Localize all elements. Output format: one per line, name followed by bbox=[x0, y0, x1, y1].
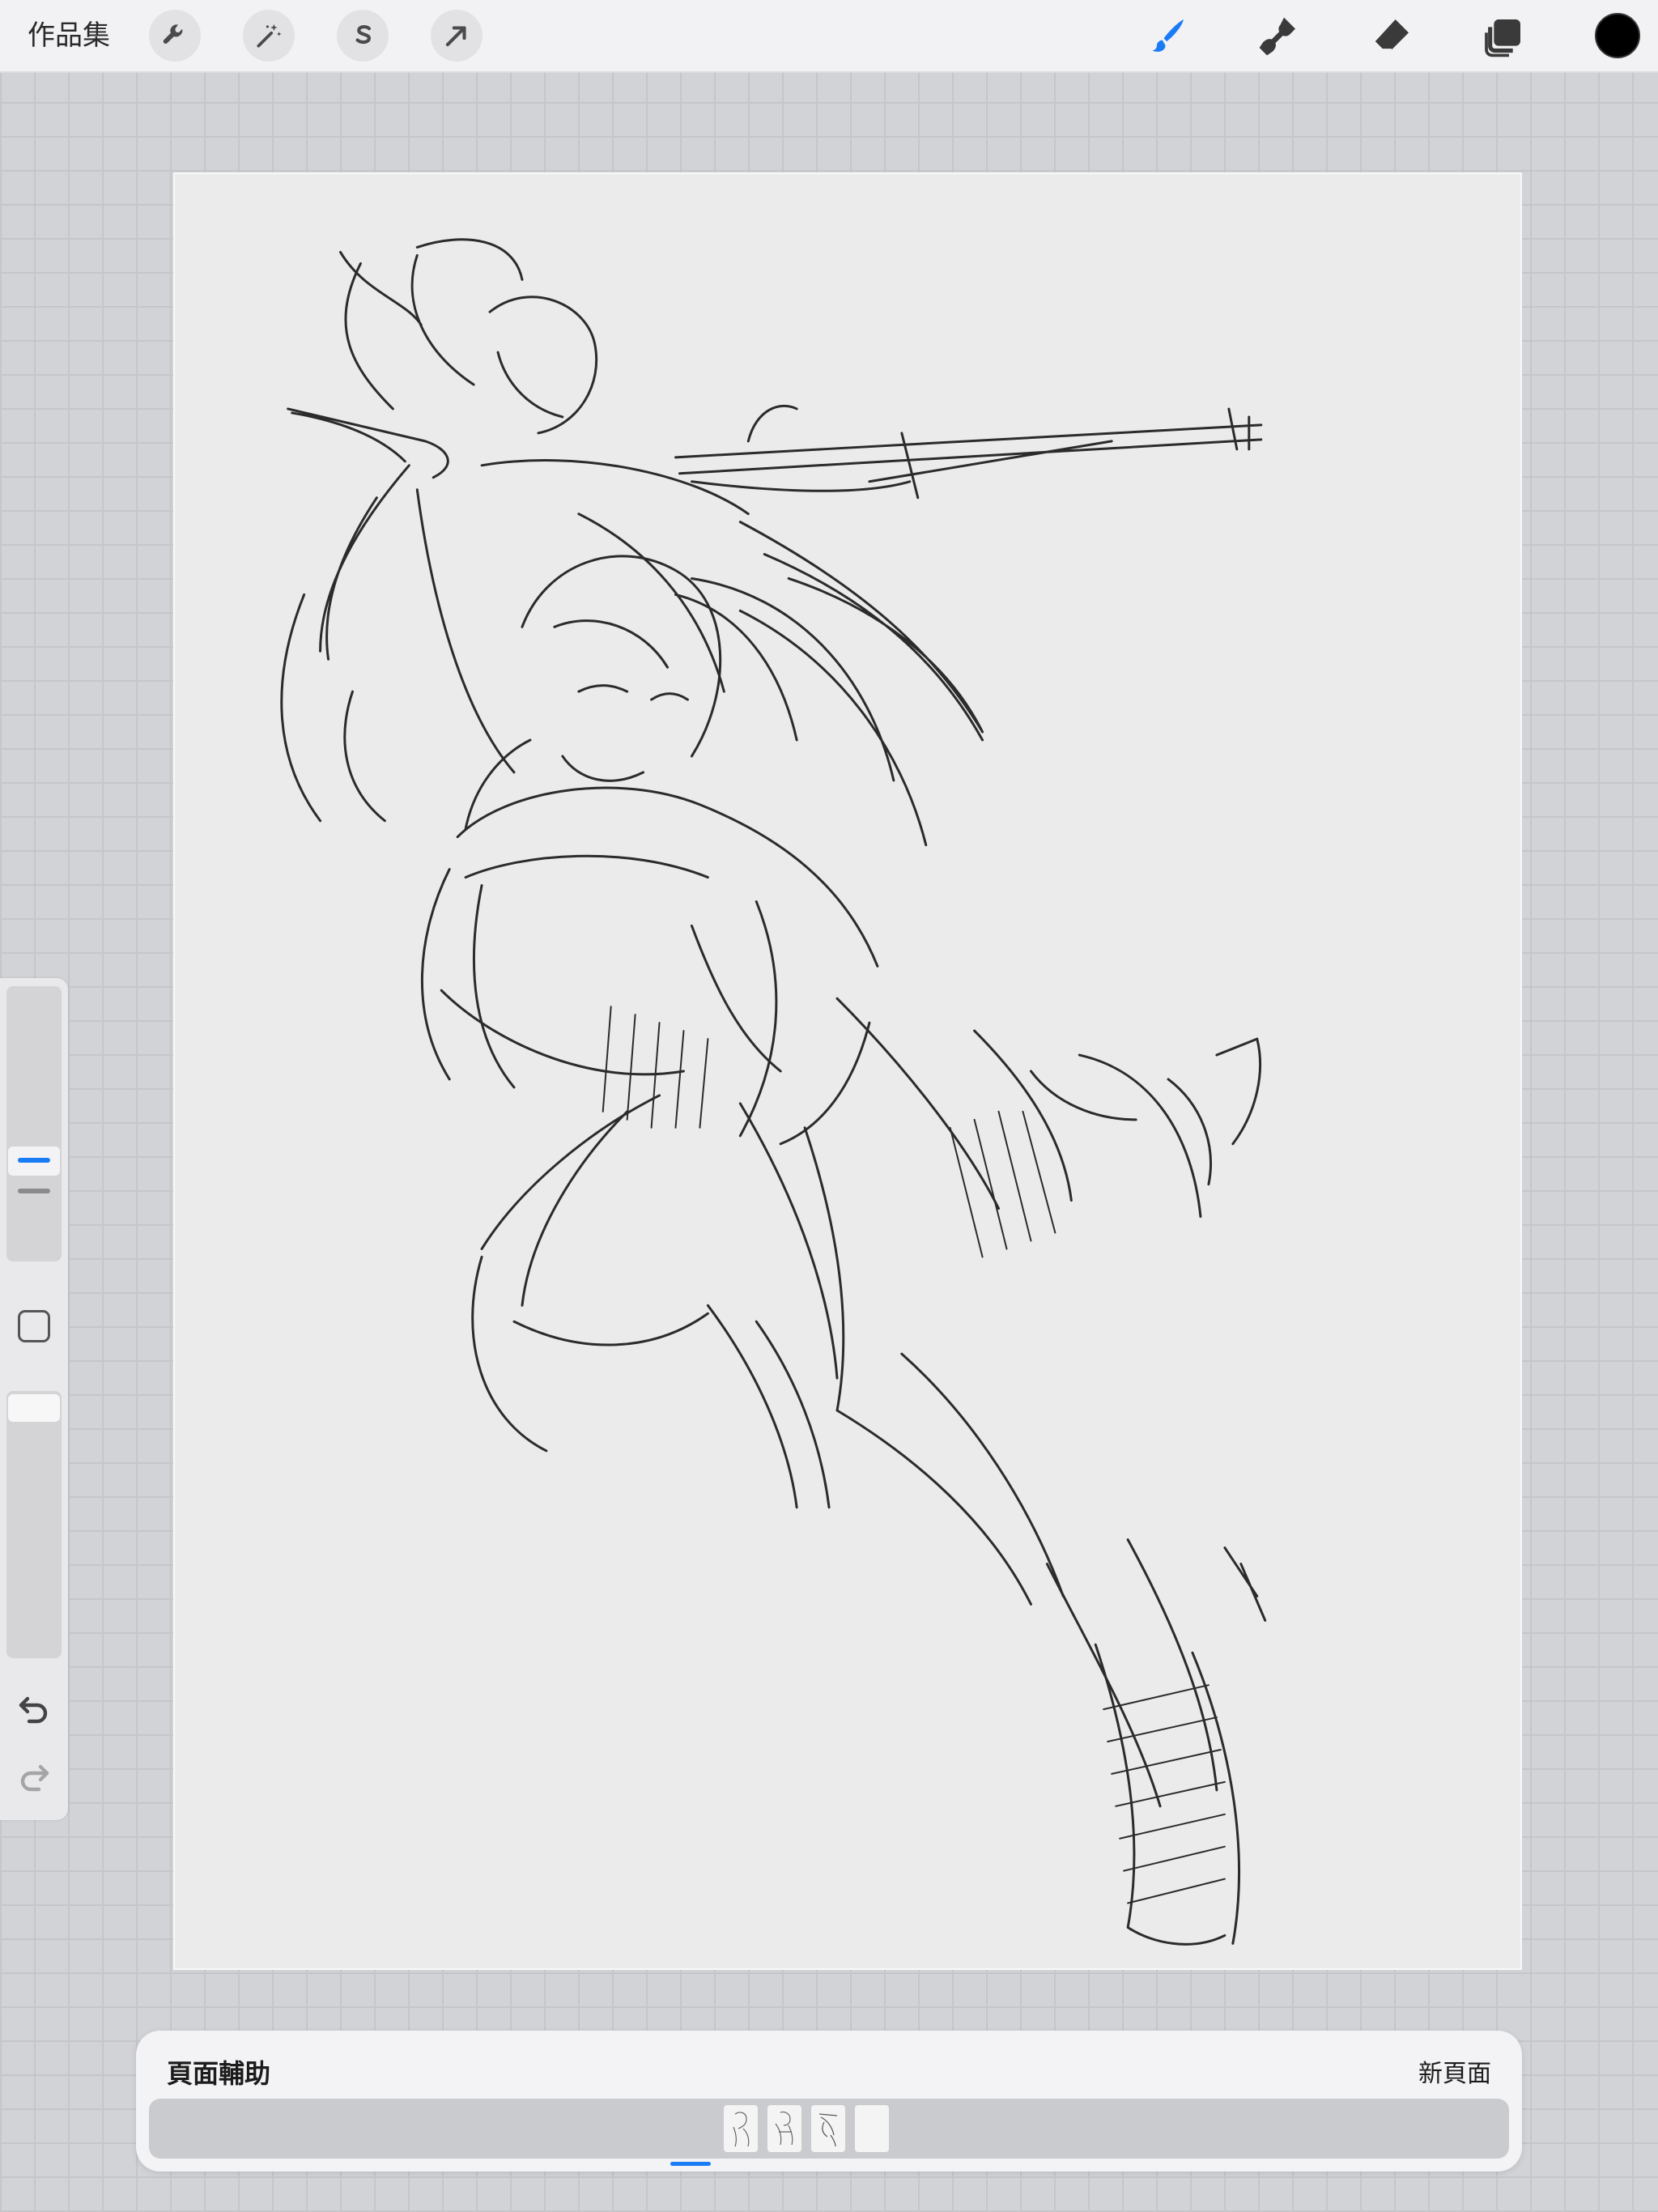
magic-wand-icon bbox=[257, 23, 282, 48]
page-thumbnail-3[interactable] bbox=[811, 2105, 845, 2152]
sketch-thumbnail bbox=[733, 2112, 750, 2147]
page-thumbnail-1[interactable] bbox=[724, 2105, 758, 2152]
page-thumbnail-4[interactable] bbox=[855, 2105, 889, 2152]
brush-size-slider[interactable] bbox=[6, 986, 62, 1261]
page-thumbnail-strip[interactable] bbox=[149, 2099, 1509, 2159]
smudge-icon bbox=[1259, 17, 1295, 56]
wrench-icon bbox=[163, 24, 183, 45]
eraser-icon bbox=[1374, 19, 1409, 51]
sketch-artwork bbox=[280, 238, 1267, 1946]
active-page-indicator bbox=[670, 2162, 711, 2166]
page-assist-panel: 頁面輔助 新頁面 bbox=[136, 2031, 1522, 2172]
layers-button[interactable] bbox=[1478, 11, 1528, 62]
actions-button[interactable] bbox=[149, 10, 201, 62]
adjustments-button[interactable] bbox=[243, 10, 295, 62]
brush-icon bbox=[1152, 19, 1184, 52]
modify-square-button[interactable] bbox=[18, 1310, 50, 1342]
brush-tool-button[interactable] bbox=[1141, 11, 1192, 62]
page-assist-title: 頁面輔助 bbox=[167, 2058, 271, 2089]
redo-icon[interactable] bbox=[15, 1759, 53, 1797]
size-preset-mark bbox=[18, 1189, 50, 1193]
brush-size-thumb[interactable] bbox=[8, 1146, 60, 1176]
sketch-thumbnail bbox=[818, 2113, 838, 2147]
brush-opacity-slider[interactable] bbox=[6, 1391, 62, 1658]
arrow-cursor-icon bbox=[445, 26, 466, 47]
page-thumbnail-2[interactable] bbox=[767, 2105, 801, 2152]
smudge-tool-button[interactable] bbox=[1253, 11, 1303, 62]
selection-s-icon bbox=[355, 25, 371, 45]
new-page-button[interactable]: 新頁面 bbox=[1418, 2053, 1491, 2089]
sketch-thumbnail bbox=[775, 2111, 793, 2146]
gallery-button[interactable]: 作品集 bbox=[28, 15, 110, 57]
top-toolbar: 作品集 bbox=[0, 0, 1658, 73]
undo-icon[interactable] bbox=[15, 1691, 53, 1729]
left-sidebar bbox=[0, 978, 68, 1820]
eraser-tool-button[interactable] bbox=[1367, 11, 1417, 62]
transform-button[interactable] bbox=[431, 10, 483, 62]
opacity-thumb[interactable] bbox=[8, 1394, 60, 1422]
layers-icon bbox=[1485, 19, 1520, 57]
color-picker-swatch[interactable] bbox=[1595, 13, 1640, 58]
size-indicator bbox=[18, 1158, 50, 1163]
page-thumbnails bbox=[724, 2105, 889, 2152]
drawing-canvas[interactable] bbox=[173, 172, 1522, 1970]
selection-button[interactable] bbox=[337, 10, 389, 62]
